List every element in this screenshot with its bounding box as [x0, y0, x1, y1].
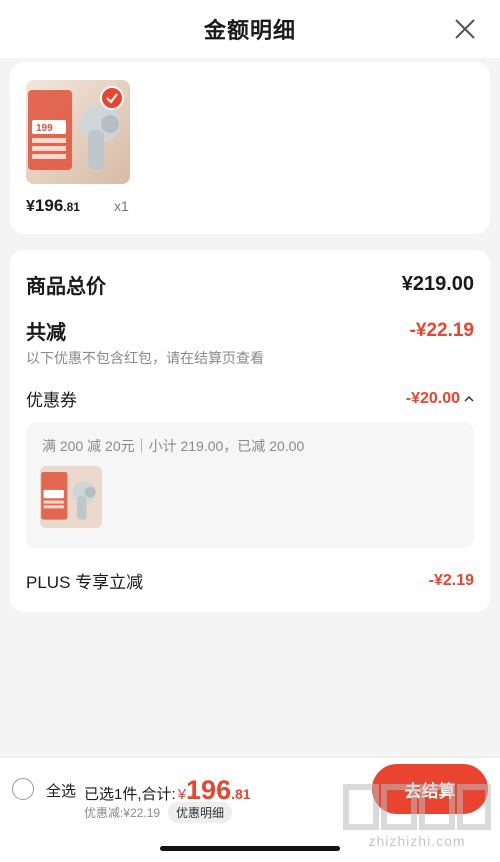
plus-label: PLUS 专享立减	[26, 573, 144, 592]
coupon-value: -¥20.00	[405, 389, 460, 407]
select-all-checkbox[interactable]	[12, 778, 34, 800]
discount-text: 优惠减:¥22.19	[84, 806, 161, 820]
page-title: 金额明细	[203, 18, 296, 43]
coupon-detail-box: 满 200 减 20元｜小计 219.00，已减 20.00	[26, 422, 474, 548]
selected-total: 已选1件,合计: ¥ 196 .81	[84, 777, 251, 804]
discount-line: 优惠减:¥22.19 优惠明细	[84, 802, 233, 823]
row-coupon[interactable]: 优惠券 -¥20.00	[26, 386, 474, 411]
price-currency: ¥	[26, 198, 35, 215]
select-all-label[interactable]: 全选	[46, 780, 76, 801]
total-value: ¥219.00	[401, 273, 474, 295]
svg-text:199: 199	[36, 123, 53, 134]
summary-card: 商品总价 ¥219.00 共减 -¥22.19 以下优惠不包含红包，请在结算页查…	[10, 250, 490, 612]
total-decimal: .81	[231, 786, 251, 802]
chevron-up-icon	[464, 395, 474, 402]
home-indicator	[160, 846, 340, 851]
product-card: 199 ¥ 196 .81 x1	[10, 62, 490, 234]
total-currency: ¥	[177, 786, 187, 803]
close-icon	[455, 19, 475, 39]
price-decimal: .81	[63, 200, 80, 214]
product-quantity: x1	[114, 198, 129, 214]
row-total: 商品总价 ¥219.00	[26, 270, 474, 299]
row-plus: PLUS 专享立减 -¥2.19	[26, 568, 474, 593]
selected-check-icon[interactable]	[100, 86, 124, 110]
discount-detail-button[interactable]: 优惠明细	[168, 802, 233, 823]
total-integer: 196	[186, 775, 232, 805]
coupon-value-wrap[interactable]: -¥20.00	[406, 390, 474, 408]
reduce-value: -¥22.19	[409, 319, 474, 341]
coupon-product-thumbnail	[40, 466, 102, 528]
checkout-button[interactable]: 去结算	[372, 764, 488, 814]
reduce-note: 以下优惠不包含红包，请在结算页查看	[26, 350, 264, 366]
coupon-product-image	[40, 466, 102, 528]
reduce-label: 共减	[26, 322, 66, 344]
coupon-label: 优惠券	[26, 391, 77, 410]
selected-total-prefix: 已选1件,合计:	[84, 786, 176, 803]
page-header: 金额明细	[0, 0, 500, 58]
total-label: 商品总价	[26, 276, 106, 298]
row-reduce: 共减 -¥22.19	[26, 316, 474, 345]
close-button[interactable]	[450, 14, 480, 44]
price-integer: 196	[34, 196, 64, 215]
plus-value: -¥2.19	[428, 571, 474, 589]
coupon-description: 满 200 减 20元｜小计 219.00，已减 20.00	[42, 438, 305, 454]
product-price: ¥ 196 .81	[26, 196, 80, 216]
